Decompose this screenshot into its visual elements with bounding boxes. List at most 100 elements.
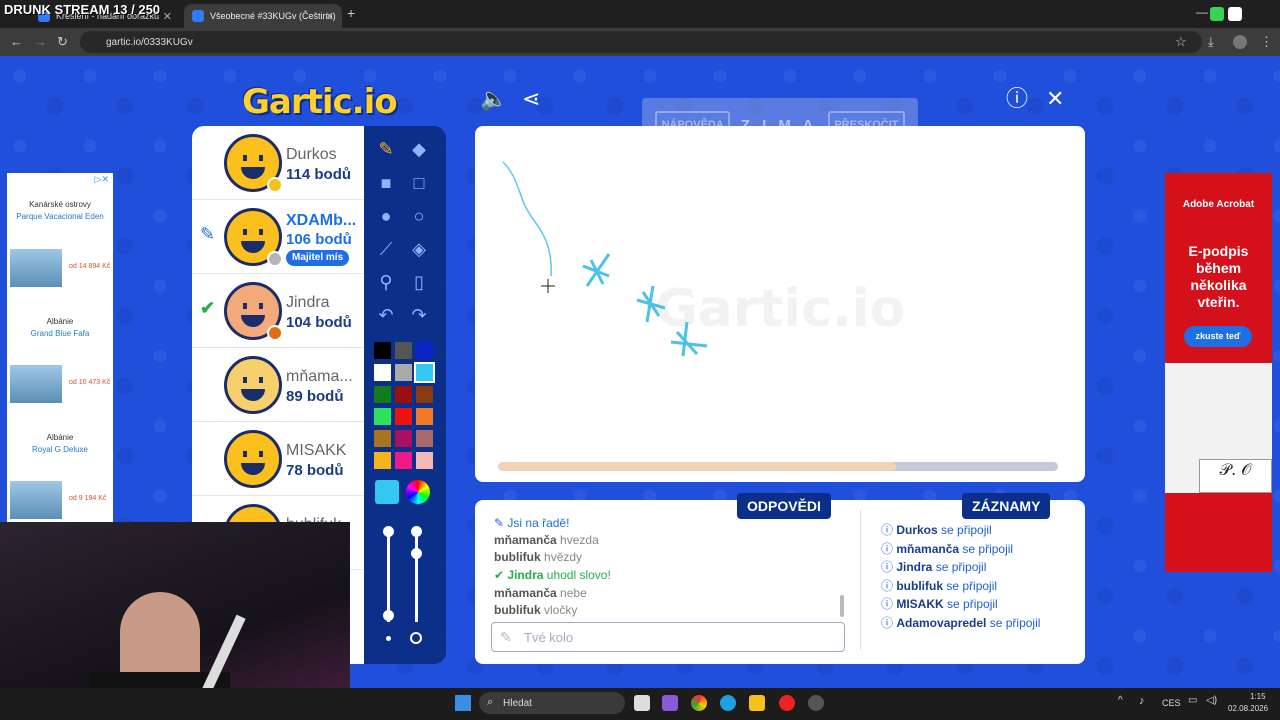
- color-swatch[interactable]: [374, 386, 391, 403]
- answers-label[interactable]: ODPOVĚDI: [737, 493, 831, 519]
- brush-size-slider-track[interactable]: [387, 530, 390, 622]
- ad-hotel-image[interactable]: [10, 249, 62, 287]
- ad-price: od 10 473 Kč: [69, 379, 111, 386]
- color-swatch[interactable]: [414, 362, 435, 383]
- color-swatch[interactable]: [395, 342, 412, 359]
- color-swatch[interactable]: [395, 430, 412, 447]
- ad-hotel-image[interactable]: [10, 481, 62, 519]
- color-swatch[interactable]: [374, 408, 391, 425]
- player-row[interactable]: mňama... 89 bodů: [192, 348, 364, 422]
- circle-tool-icon[interactable]: ○: [406, 203, 432, 229]
- share-icon[interactable]: ⋖: [522, 88, 540, 110]
- obs-icon[interactable]: [808, 695, 824, 711]
- ad-cta-button[interactable]: zkuste teď: [1184, 326, 1252, 347]
- url-input[interactable]: gartic.io/0333KUGv: [80, 31, 1202, 53]
- fill-bucket-tool-icon[interactable]: ◈: [406, 236, 432, 262]
- chat-message: bublifuk vločky: [494, 603, 578, 617]
- player-row[interactable]: Durkos 114 bodů: [192, 126, 364, 200]
- color-swatch[interactable]: [374, 364, 391, 381]
- back-icon[interactable]: ←: [10, 34, 23, 49]
- avatar: [224, 208, 283, 267]
- ad-price: od 9 194 Kč: [69, 495, 107, 502]
- profile-avatar[interactable]: [1233, 35, 1247, 49]
- color-swatch[interactable]: [395, 386, 412, 403]
- redo-tool-icon[interactable]: ↷: [406, 302, 432, 328]
- player-row[interactable]: ✎ XDAMb... 106 bodů Majitel mís: [192, 200, 364, 274]
- tab-gartic-room[interactable]: Všeobecné #33KUGv (Čeština) ✕: [184, 4, 342, 28]
- color-swatch[interactable]: [395, 408, 412, 425]
- reload-icon[interactable]: ↻: [57, 34, 68, 50]
- eyedropper-tool-icon[interactable]: ⚲: [373, 269, 399, 295]
- pencil-tool-icon[interactable]: ✎: [373, 136, 399, 162]
- close-tab-icon[interactable]: ✕: [163, 10, 172, 23]
- avatar: [224, 430, 282, 488]
- network-icon[interactable]: ▭: [1188, 695, 1197, 706]
- store-icon[interactable]: [662, 695, 678, 711]
- color-swatch[interactable]: [416, 386, 433, 403]
- info-icon[interactable]: ⓘ: [1006, 88, 1028, 110]
- log-entry: ⓘ bublifuk se připojil: [881, 579, 998, 593]
- task-view-icon[interactable]: [634, 695, 650, 711]
- answer-input[interactable]: ✎ Tvé kolo: [491, 622, 845, 652]
- minimize-icon[interactable]: —: [1196, 5, 1208, 19]
- windows-start-icon[interactable]: [455, 695, 471, 711]
- rect-tool-icon[interactable]: □: [406, 170, 432, 196]
- ad-hotel-link[interactable]: Grand Blue Fafa: [7, 329, 113, 338]
- color-swatch[interactable]: [416, 452, 433, 469]
- ad-hotel-link[interactable]: Royal G Deluxe: [7, 445, 113, 454]
- taskbar-search[interactable]: ⌕ Hledat: [479, 692, 625, 714]
- forward-icon[interactable]: →: [34, 34, 47, 49]
- mic-icon[interactable]: ♪: [1139, 695, 1145, 707]
- kick-app-icon[interactable]: [1210, 7, 1224, 21]
- records-label[interactable]: ZÁZNAMY: [962, 493, 1051, 519]
- language-indicator[interactable]: CES: [1162, 698, 1181, 708]
- adobe-ad[interactable]: Adobe Acrobat E-podpis během několika vt…: [1165, 173, 1272, 572]
- slider-handle[interactable]: [411, 526, 422, 537]
- drawing-canvas[interactable]: Gartic.io: [475, 126, 1085, 482]
- selected-color-swatch[interactable]: [375, 480, 399, 504]
- slider-handle[interactable]: [383, 526, 394, 537]
- sound-icon[interactable]: 🔈: [480, 88, 507, 110]
- clock-time[interactable]: 1:15: [1250, 692, 1266, 701]
- edge-icon[interactable]: [720, 695, 736, 711]
- filled-circle-tool-icon[interactable]: ●: [373, 203, 399, 229]
- opacity-slider-track[interactable]: [415, 530, 418, 622]
- close-tab-icon[interactable]: ✕: [325, 10, 334, 23]
- file-explorer-icon[interactable]: [749, 695, 765, 711]
- color-swatch[interactable]: [395, 364, 412, 381]
- undo-tool-icon[interactable]: ↶: [373, 302, 399, 328]
- color-wheel-icon[interactable]: [406, 480, 430, 504]
- color-swatch[interactable]: [416, 408, 433, 425]
- color-swatch[interactable]: [416, 430, 433, 447]
- chrome-icon[interactable]: [691, 695, 707, 711]
- bookmark-star-icon[interactable]: ☆: [1175, 34, 1187, 50]
- color-swatch[interactable]: [374, 452, 391, 469]
- clock-date[interactable]: 02.08.2026: [1228, 704, 1268, 713]
- clear-page-tool-icon[interactable]: ▯: [406, 269, 432, 295]
- slider-handle[interactable]: [411, 548, 422, 559]
- player-row[interactable]: ✔ Jindra 104 bodů: [192, 274, 364, 348]
- color-swatch[interactable]: [395, 452, 412, 469]
- volume-icon[interactable]: ◁): [1206, 695, 1217, 706]
- app-icon[interactable]: [779, 695, 795, 711]
- menu-kebab-icon[interactable]: ⋮: [1260, 34, 1273, 50]
- color-swatch[interactable]: [374, 430, 391, 447]
- download-icon[interactable]: ⤓: [1208, 34, 1214, 50]
- exit-icon[interactable]: ✕: [1046, 88, 1064, 110]
- travel-ad[interactable]: ▷✕ Kanárské ostrovy Parque Vacacional Ed…: [7, 173, 113, 523]
- color-swatch[interactable]: [374, 342, 391, 359]
- filled-rect-tool-icon[interactable]: ■: [373, 170, 399, 196]
- status-dot: [267, 325, 283, 341]
- slider-handle[interactable]: [383, 610, 394, 621]
- color-swatch[interactable]: [416, 342, 433, 359]
- line-tool-icon[interactable]: ⟋: [373, 236, 399, 262]
- chat-scrollbar[interactable]: [840, 595, 844, 617]
- ad-choices-icon[interactable]: ▷✕: [95, 174, 109, 185]
- ad-hotel-link[interactable]: Parque Vacacional Eden: [7, 212, 113, 221]
- new-tab-icon[interactable]: +: [347, 5, 355, 21]
- player-row[interactable]: MISAKK 78 bodů: [192, 422, 364, 496]
- eraser-tool-icon[interactable]: ◆: [406, 136, 432, 162]
- app-icon[interactable]: [1228, 7, 1242, 21]
- tray-chevron-icon[interactable]: ^: [1118, 695, 1123, 706]
- ad-hotel-image[interactable]: [10, 365, 62, 403]
